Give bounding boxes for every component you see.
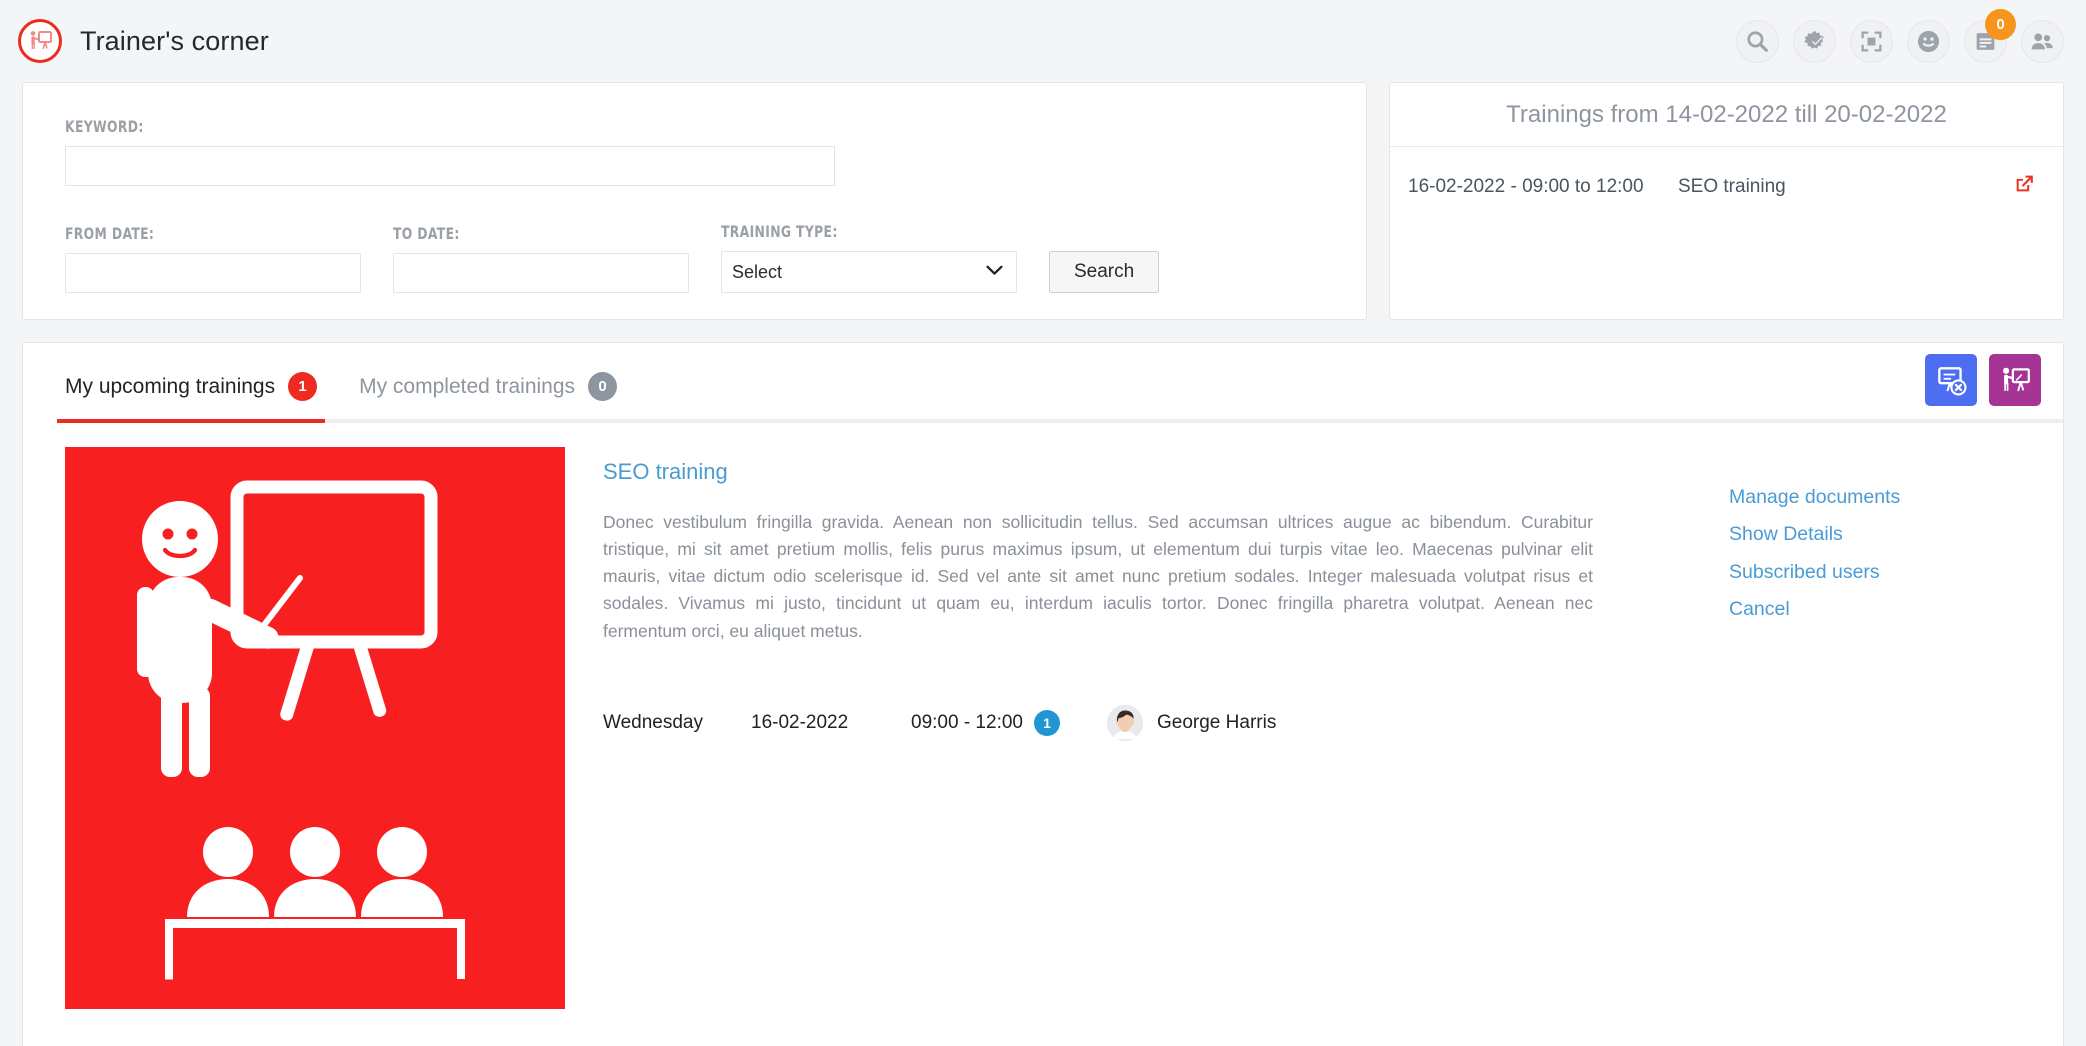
external-link-icon[interactable] (2012, 171, 2037, 202)
from-date-label: FROM DATE: (65, 224, 155, 243)
top-row: KEYWORD: FROM DATE: TO DATE: TRAINING TY… (0, 82, 2086, 320)
search-icon-button[interactable] (1736, 19, 1779, 63)
show-details-link[interactable]: Show Details (1729, 520, 2029, 549)
training-trainer-group: George Harris (1107, 704, 1277, 741)
training-meta: Wednesday 16-02-2022 09:00 - 12:00 1 Geo… (603, 704, 1691, 741)
to-date-input[interactable] (393, 253, 689, 293)
keyword-field-group: KEYWORD: (65, 117, 835, 186)
training-title-link[interactable]: SEO training (603, 459, 1691, 485)
header-actions: 0 (1736, 8, 2064, 63)
training-when: 16-02-2022 - 09:00 to 12:00 (1408, 175, 1644, 197)
tab-my-upcoming-trainings[interactable]: My upcoming trainings 1 (57, 372, 326, 423)
app-header: Trainer's corner 0 (0, 0, 2086, 82)
document-badge: 0 (1985, 8, 2016, 40)
trainings-week-row: 16-02-2022 - 09:00 to 12:00 SEO training (1390, 147, 2063, 202)
training-trainer-name: George Harris (1157, 711, 1277, 733)
search-icon (1747, 30, 1768, 52)
classroom-training-illustration (65, 447, 565, 1009)
training-body: SEO training Donec vestibulum fringilla … (603, 447, 1691, 1009)
trainer-board-icon (2002, 367, 2030, 392)
search-panel: KEYWORD: FROM DATE: TO DATE: TRAINING TY… (22, 82, 1367, 320)
cancel-training-icon (1938, 367, 1967, 396)
card-tools (1925, 354, 2041, 412)
training-seats-badge: 1 (1033, 709, 1060, 736)
gear-check-icon (1803, 30, 1823, 49)
my-trainings-card: My upcoming trainings 1 My completed tra… (22, 342, 2064, 1046)
tab-count-badge: 1 (288, 372, 318, 401)
from-date-field-group: FROM DATE: (65, 224, 361, 293)
fullscreen-icon (1861, 31, 1882, 52)
to-date-field-group: TO DATE: (393, 224, 689, 293)
cancel-training-icon-button[interactable] (1925, 354, 1977, 406)
my-trainings-icon-button[interactable] (1989, 354, 2041, 406)
users-icon-button[interactable] (2021, 19, 2064, 63)
training-name: SEO training (1678, 175, 1786, 197)
trainer-board-icon (18, 19, 62, 63)
tab-active-underline (57, 419, 326, 423)
search-button[interactable]: Search (1049, 251, 1160, 293)
tab-label: My upcoming trainings (65, 374, 276, 398)
tabs-bar: My upcoming trainings 1 My completed tra… (23, 343, 2063, 423)
document-icon-button[interactable]: 0 (1964, 8, 2016, 63)
avatar (1107, 704, 1143, 741)
training-list-item: SEO training Donec vestibulum fringilla … (23, 423, 2063, 1009)
subscribed-users-link[interactable]: Subscribed users (1729, 558, 2029, 587)
users-icon (2031, 33, 2053, 49)
training-time-group: 09:00 - 12:00 1 (911, 709, 1107, 736)
manage-documents-link[interactable]: Manage documents (1729, 483, 2029, 512)
training-description: Donec vestibulum fringilla gravida. Aene… (603, 512, 1593, 641)
training-time: 09:00 - 12:00 (911, 711, 1023, 733)
cancel-link[interactable]: Cancel (1729, 595, 2029, 624)
trainings-week-title: Trainings from 14-02-2022 till 20-02-202… (1390, 83, 2063, 147)
tab-count-badge: 0 (588, 372, 618, 401)
brand: Trainer's corner (18, 19, 269, 63)
keyword-input[interactable] (65, 146, 835, 186)
gear-check-icon-button[interactable] (1793, 19, 1836, 63)
training-actions: Manage documents Show Details Subscribed… (1729, 447, 2029, 1009)
training-type-label: TRAINING TYPE: (721, 222, 838, 241)
tab-my-completed-trainings[interactable]: My completed trainings 0 (351, 372, 625, 423)
smiley-icon (1917, 30, 1940, 52)
page-title: Trainer's corner (80, 25, 269, 56)
trainings-week-panel: Trainings from 14-02-2022 till 20-02-202… (1389, 82, 2064, 320)
training-day: Wednesday (603, 711, 703, 733)
training-type-field-group: TRAINING TYPE: Select (721, 222, 1017, 293)
smiley-icon-button[interactable] (1907, 19, 1950, 63)
from-date-input[interactable] (65, 253, 361, 293)
lower-fields: FROM DATE: TO DATE: TRAINING TYPE: Selec… (65, 222, 1324, 293)
training-date: 16-02-2022 (751, 711, 849, 733)
to-date-label: TO DATE: (393, 224, 460, 243)
training-type-select[interactable]: Select (721, 251, 1017, 293)
tab-label: My completed trainings (359, 374, 576, 398)
fullscreen-icon-button[interactable] (1850, 19, 1893, 63)
keyword-label: KEYWORD: (65, 117, 144, 136)
